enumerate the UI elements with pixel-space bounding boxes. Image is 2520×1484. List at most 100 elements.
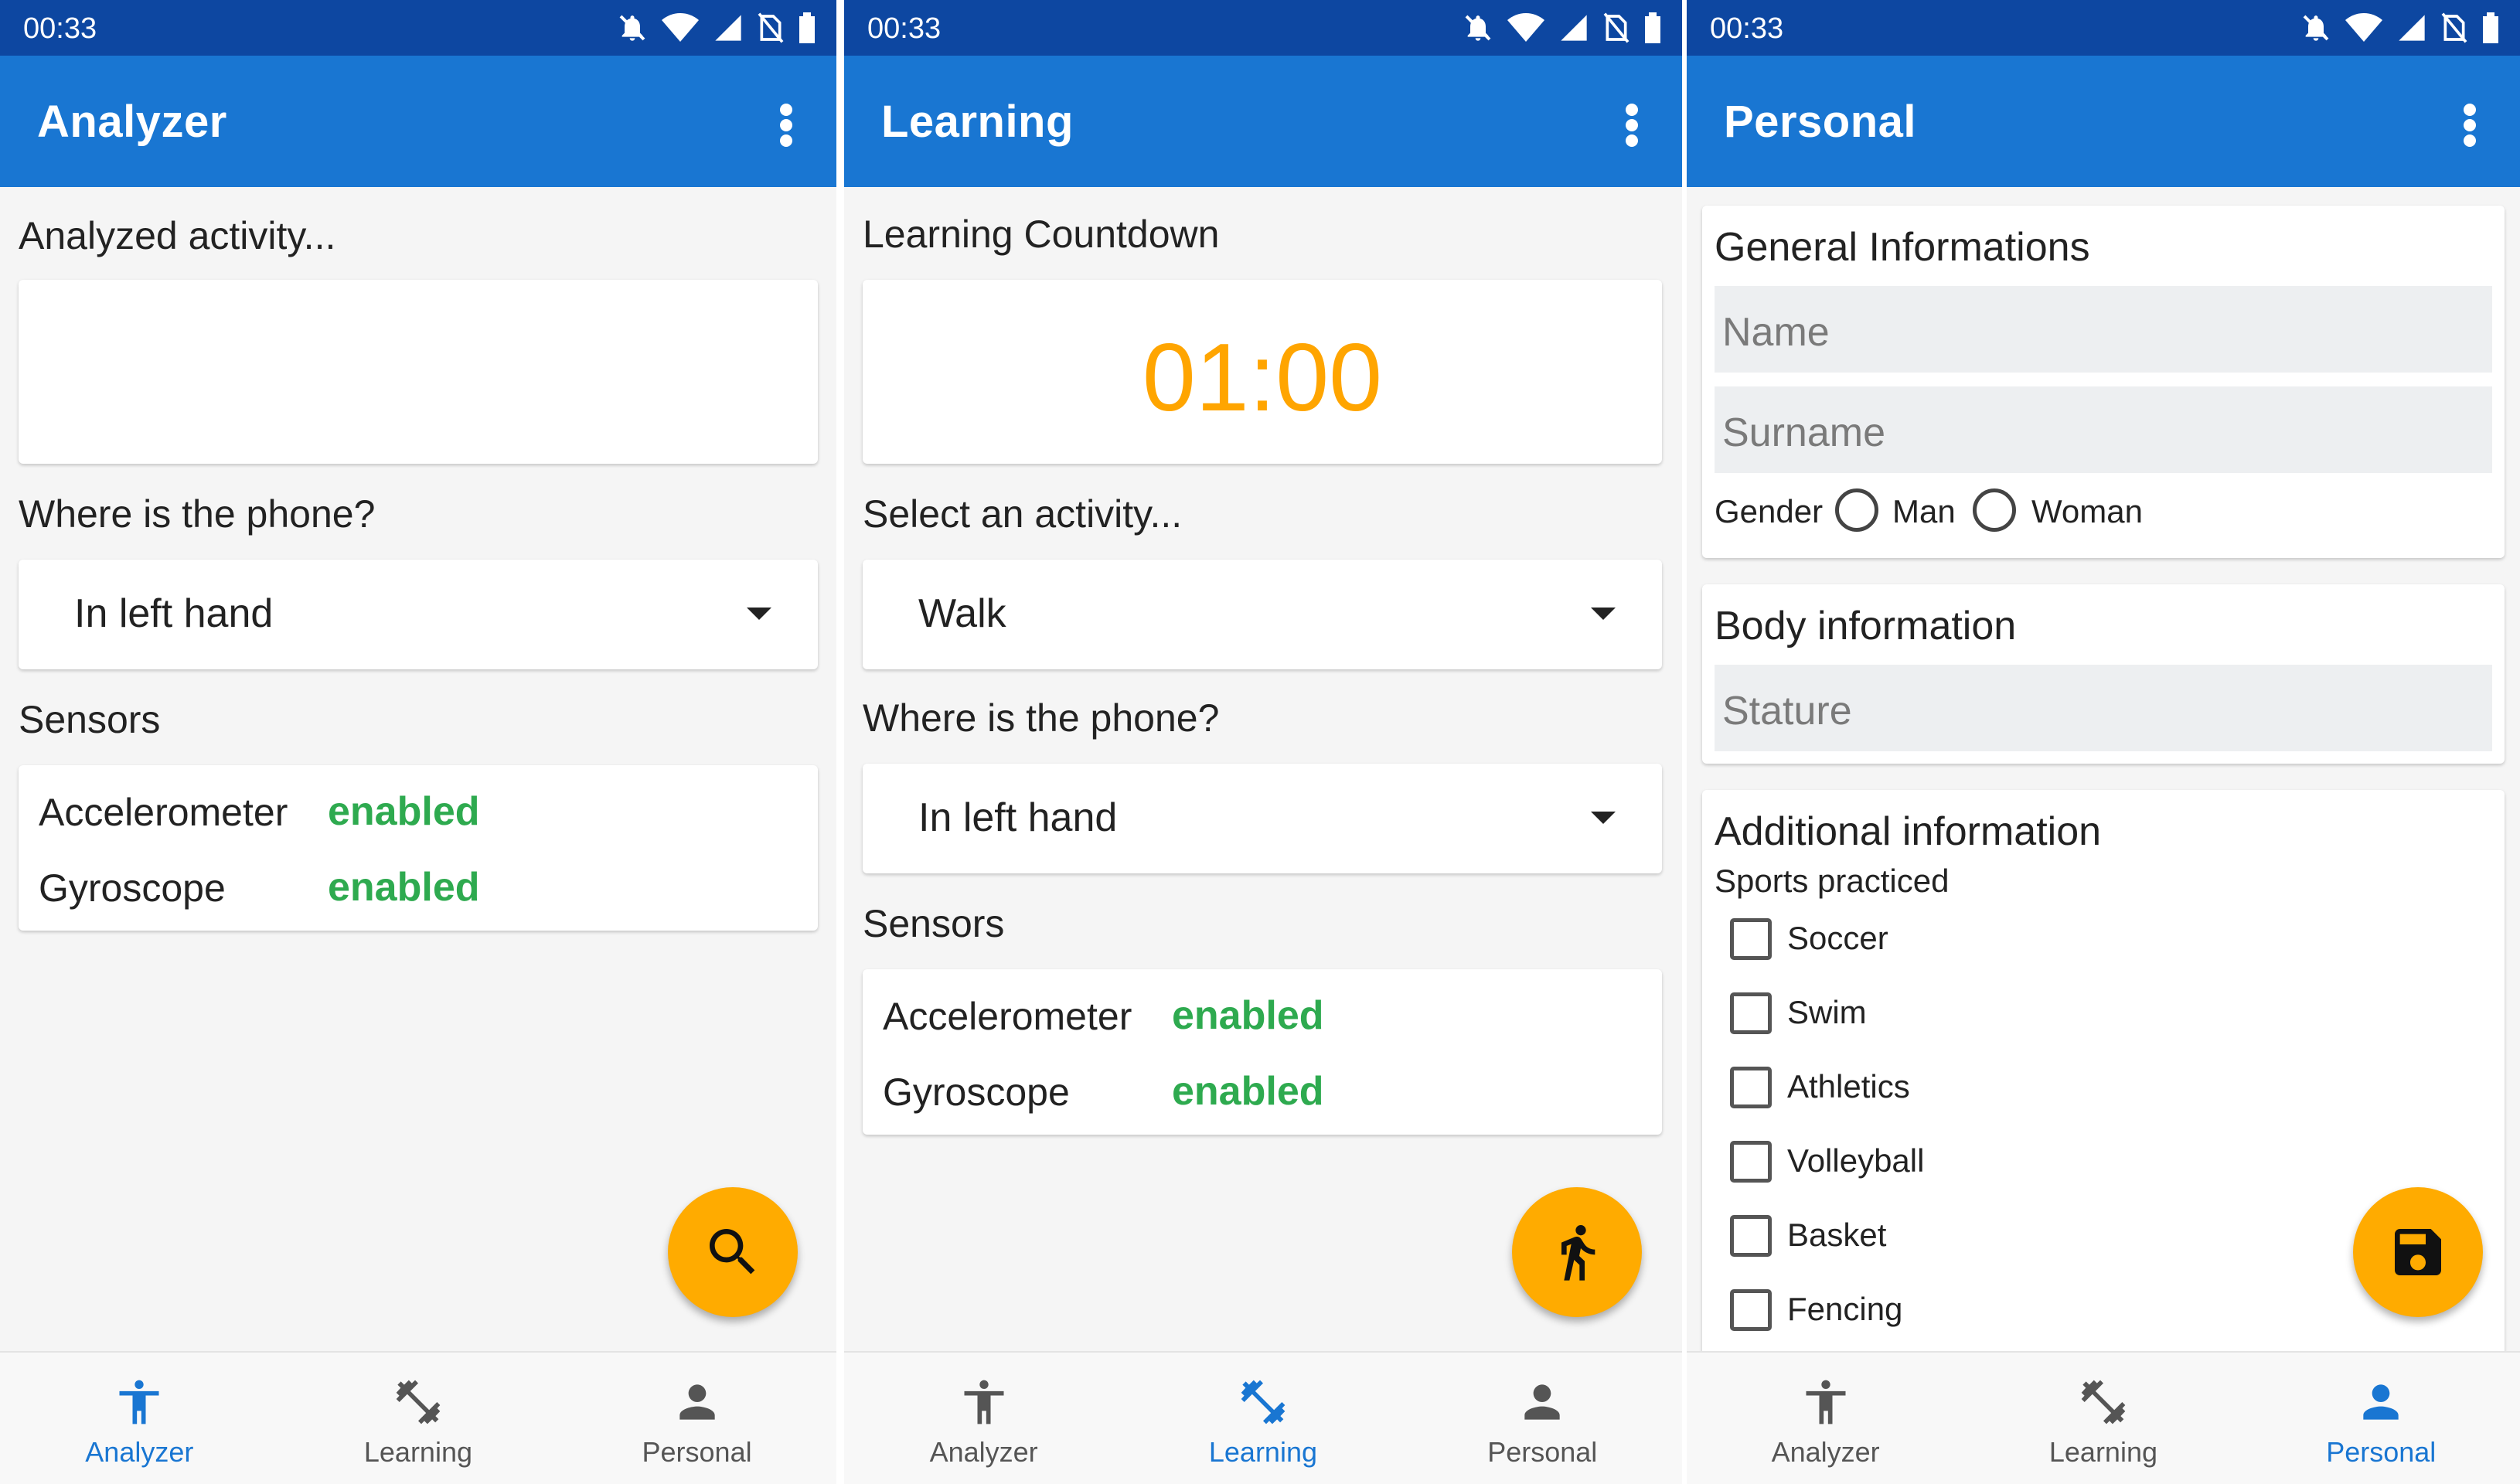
learning-screen: 00:33 Learning Learning Countdown 01:00 … — [844, 0, 1682, 1484]
wifi-icon — [2345, 13, 2382, 42]
save-fab-button[interactable] — [2353, 1187, 2483, 1317]
activity-dropdown[interactable]: Walk — [863, 560, 1662, 669]
more-vert-icon[interactable] — [775, 102, 798, 148]
dropdown-arrow-icon — [747, 608, 771, 620]
sports-label: Sports practiced — [1715, 863, 1950, 899]
checkbox-fencing[interactable] — [1730, 1289, 1772, 1331]
sensor-state: enabled — [328, 865, 480, 910]
sensor-state: enabled — [1172, 1069, 1324, 1114]
accessibility-icon — [964, 1380, 1004, 1424]
sensor-state: enabled — [328, 789, 480, 834]
surname-input[interactable]: Surname — [1715, 386, 2492, 473]
more-vert-icon[interactable] — [1620, 102, 1643, 148]
checkbox-swim[interactable] — [1730, 992, 1772, 1034]
checkbox-label: Volleyball — [1787, 1142, 1925, 1179]
no-sim-icon — [758, 12, 784, 43]
nav-analyzer[interactable]: Analyzer — [1687, 1353, 1964, 1484]
phone-position-dropdown[interactable]: In left hand — [863, 764, 1662, 873]
dumbbell-icon — [396, 1380, 441, 1424]
nav-personal[interactable]: Personal — [2242, 1353, 2520, 1484]
person-icon — [2363, 1384, 2399, 1420]
run-icon — [1561, 1225, 1595, 1281]
search-icon — [710, 1229, 755, 1275]
nav-label: Analyzer — [1771, 1436, 1880, 1468]
more-vert-icon[interactable] — [2458, 102, 2481, 148]
analyzer-screen: 00:33 Analyzer Analyzed activity... Wher… — [0, 0, 836, 1484]
activity-label: Select an activity... — [863, 492, 1183, 536]
radio-woman-label: Woman — [2031, 493, 2143, 529]
signal-icon — [715, 15, 741, 41]
nav-label: Personal — [2326, 1436, 2437, 1468]
page-title: Personal — [1724, 97, 1916, 147]
notifications-off-icon — [1465, 15, 1491, 41]
app-bar: Learning — [844, 56, 1682, 187]
sensors-card: Accelerometer enabled Gyroscope enabled — [863, 969, 1662, 1135]
status-bar: 00:33 — [1687, 0, 2520, 56]
status-time: 00:33 — [23, 12, 97, 45]
checkbox-athletics[interactable] — [1730, 1067, 1772, 1108]
nav-analyzer[interactable]: Analyzer — [844, 1353, 1123, 1484]
nav-learning[interactable]: Learning — [279, 1353, 558, 1484]
body-info-card: Body information Stature — [1702, 584, 2505, 764]
sensor-name: Gyroscope — [39, 866, 226, 910]
nav-label: Personal — [642, 1436, 752, 1468]
nav-label: Learning — [2048, 1436, 2157, 1468]
battery-icon — [2483, 12, 2498, 43]
page-title: Analyzer — [37, 97, 227, 147]
phone-position-value: In left hand — [918, 795, 1118, 840]
status-bar: 00:33 — [844, 0, 1682, 56]
countdown-card: 01:00 — [863, 280, 1662, 464]
status-icons — [2300, 11, 2500, 45]
analyzed-activity-label: Analyzed activity... — [19, 214, 336, 257]
checkbox-basket[interactable] — [1730, 1215, 1772, 1257]
nav-personal[interactable]: Personal — [557, 1353, 836, 1484]
bottom-navigation: Analyzer Learning Personal — [844, 1351, 1682, 1484]
status-icons — [617, 11, 816, 45]
sensors-card: Accelerometer enabled Gyroscope enabled — [19, 765, 818, 931]
nav-label: Analyzer — [929, 1436, 1038, 1468]
phone-position-dropdown[interactable]: In left hand — [19, 560, 818, 669]
checkbox-soccer[interactable] — [1730, 918, 1772, 960]
surname-placeholder: Surname — [1722, 410, 1885, 455]
app-bar: Analyzer — [0, 56, 836, 187]
checkbox-volleyball[interactable] — [1730, 1141, 1772, 1183]
checkbox-label: Swim — [1787, 994, 1867, 1030]
no-sim-icon — [1603, 12, 1629, 43]
analyze-fab-button[interactable] — [668, 1187, 798, 1317]
analyzed-activity-box — [19, 280, 818, 464]
where-phone-label: Where is the phone? — [863, 696, 1220, 740]
accessibility-icon — [119, 1380, 159, 1424]
dropdown-arrow-icon — [1591, 608, 1616, 620]
status-time: 00:33 — [867, 12, 942, 45]
wifi-icon — [1507, 13, 1544, 42]
radio-man-label: Man — [1892, 493, 1956, 529]
radio-man[interactable] — [1835, 488, 1878, 532]
dumbbell-icon — [2081, 1380, 2126, 1424]
start-learning-fab-button[interactable] — [1512, 1187, 1642, 1317]
sensors-label: Sensors — [19, 698, 161, 741]
status-bar: 00:33 — [0, 0, 836, 56]
countdown-label: Learning Countdown — [863, 213, 1220, 256]
person-icon — [1524, 1384, 1560, 1420]
notifications-off-icon — [619, 15, 645, 41]
dropdown-arrow-icon — [1591, 812, 1616, 824]
stature-placeholder: Stature — [1722, 689, 1852, 733]
battery-icon — [799, 12, 815, 43]
radio-woman[interactable] — [1973, 488, 2016, 532]
nav-personal[interactable]: Personal — [1403, 1353, 1682, 1484]
nav-learning[interactable]: Learning — [1123, 1353, 1402, 1484]
nav-label: Analyzer — [85, 1436, 194, 1468]
notifications-off-icon — [2303, 15, 2329, 41]
nav-label: Learning — [1208, 1436, 1317, 1468]
dumbbell-icon — [1241, 1380, 1286, 1424]
sensor-name: Accelerometer — [883, 995, 1132, 1038]
stature-input[interactable]: Stature — [1715, 665, 2492, 751]
nav-analyzer[interactable]: Analyzer — [0, 1353, 279, 1484]
checkbox-label: Basket — [1787, 1217, 1887, 1253]
nav-learning[interactable]: Learning — [1964, 1353, 2242, 1484]
app-bar: Personal — [1687, 56, 2520, 187]
status-icons — [1463, 11, 1662, 45]
countdown-timer: 01:00 — [1142, 325, 1383, 431]
sensor-name: Gyroscope — [883, 1070, 1070, 1114]
name-input[interactable]: Name — [1715, 286, 2492, 373]
